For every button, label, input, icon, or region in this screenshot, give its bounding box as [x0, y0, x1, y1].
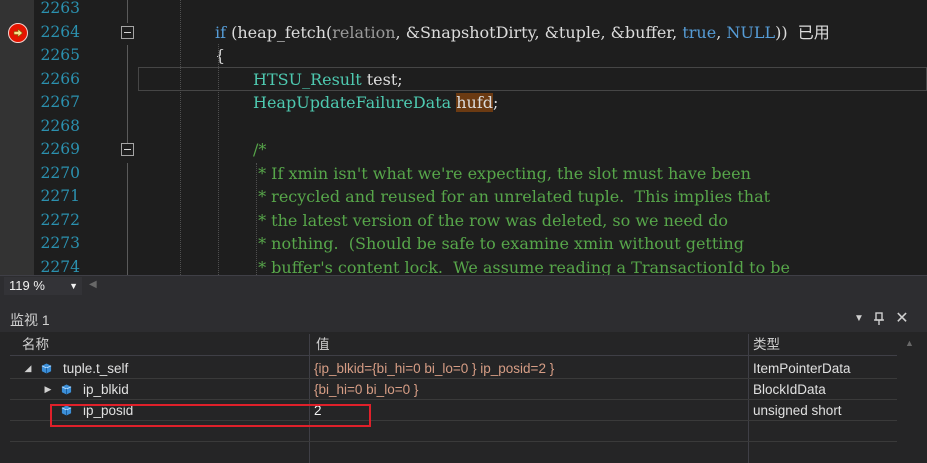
panel-splitter[interactable]	[0, 296, 927, 308]
fold-minus-icon[interactable]	[121, 143, 134, 156]
indent-guide	[256, 163, 257, 275]
code-token: (heap_fetch(	[226, 22, 333, 42]
zoom-level: 119 %	[9, 278, 45, 293]
code-line[interactable]: * nothing. (Should be safe to examine xm…	[253, 232, 744, 256]
watch-variable-cube-icon	[61, 384, 72, 395]
zoom-dropdown[interactable]: 119 % ▼	[4, 277, 82, 295]
line-number: 2263	[40, 0, 80, 17]
watch-variable-cube-icon	[41, 363, 52, 374]
code-token: ;	[493, 93, 499, 112]
code-token: /*	[253, 140, 267, 159]
collapse-arrow-icon[interactable]: ◢	[22, 358, 34, 379]
code-token: test;	[361, 69, 403, 89]
scroll-left-icon[interactable]: ◀	[89, 279, 97, 290]
code-token: relation	[332, 22, 396, 42]
code-line[interactable]: * If xmin isn't what we're expecting, th…	[253, 162, 751, 186]
code-token: {	[215, 46, 226, 65]
code-line[interactable]: if (heap_fetch(relation, &SnapshotDirty,…	[215, 21, 830, 45]
fold-connector	[127, 45, 128, 143]
code-token: NULL	[726, 22, 776, 42]
code-token: HeapUpdateFailureData	[253, 93, 452, 112]
horizontal-scrollbar[interactable]	[100, 285, 927, 289]
code-token: * If xmin isn't what we're expecting, th…	[253, 163, 751, 183]
watch-type-cell	[753, 421, 893, 442]
code-editor[interactable]: 2263 2264 2265 2266 2267 2268 2269 2270 2271 2272…	[0, 0, 927, 275]
code-token: HTSU_Result	[253, 69, 362, 89]
code-line[interactable]: * buffer's content lock. We assume readi…	[253, 256, 790, 276]
column-header-value[interactable]: 值	[308, 334, 330, 356]
watch-value-cell: {bi_hi=0 bi_lo=0 }	[314, 382, 419, 397]
line-number: 2270	[40, 163, 80, 182]
code-token: if	[215, 22, 227, 42]
code-line[interactable]: {	[215, 44, 225, 68]
code-token: )) 已用	[775, 22, 830, 42]
line-number: 2269	[40, 140, 80, 158]
code-line[interactable]: * the latest version of the row was dele…	[253, 209, 728, 233]
code-token: * the latest version of the row was dele…	[253, 210, 729, 230]
line-number: 2267	[40, 93, 80, 111]
expand-arrow-icon[interactable]: ▶	[42, 379, 54, 400]
breakpoint-arrow-icon[interactable]	[8, 22, 28, 43]
highlighted-token: hufd	[456, 93, 494, 112]
chevron-down-icon: ▼	[69, 281, 78, 291]
watch-type-cell: BlockIdData	[753, 382, 826, 397]
pin-icon[interactable]	[870, 310, 888, 328]
code-line[interactable]: HeapUpdateFailureData hufd;	[253, 91, 498, 115]
watch-window: 监视 1 ▼ ✕ 名称 值 类型 ◢ tuple.t_self {ip_blkid=…	[0, 308, 927, 463]
dropdown-icon[interactable]: ▼	[850, 310, 868, 328]
code-line[interactable]: * recycled and reused for an unrelated t…	[253, 185, 770, 209]
column-header-type[interactable]: 类型	[745, 334, 780, 356]
fold-minus-icon[interactable]	[121, 25, 134, 39]
watch-title: 监视 1	[10, 312, 50, 328]
code-token: , &SnapshotDirty, &tuple, &buffer,	[395, 22, 683, 42]
line-number: 2266	[40, 69, 80, 88]
watch-type-cell: ItemPointerData	[753, 361, 851, 376]
line-number: 2264	[40, 22, 80, 41]
line-number: 2271	[40, 187, 80, 205]
code-token: * recycled and reused for an unrelated t…	[253, 187, 771, 206]
vertical-scrollbar[interactable]	[897, 332, 927, 463]
close-icon[interactable]: ✕	[893, 310, 911, 328]
watch-grid: 名称 值 类型 ◢ tuple.t_self {ip_blkid={bi_hi=0 …	[10, 332, 897, 463]
indent-guide	[180, 0, 181, 275]
scroll-up-icon[interactable]: ▲	[905, 338, 914, 348]
fold-connector	[127, 163, 128, 275]
watch-type-cell: unsigned short	[753, 403, 842, 418]
watch-row[interactable]: ◢ tuple.t_self {ip_blkid={bi_hi=0 bi_lo=0 …	[10, 358, 897, 379]
line-number: 2272	[40, 210, 80, 229]
watch-name-cell: ip_blkid	[83, 382, 129, 397]
line-number: 2273	[40, 234, 80, 252]
watch-row[interactable]: ▶ ip_blkid {bi_hi=0 bi_lo=0 } BlockIdData	[10, 379, 897, 400]
watch-grid-header: 名称 值 类型	[10, 334, 897, 356]
code-token: true	[682, 22, 717, 42]
line-number-column: 2263 2264 2265 2266 2267 2268 2269 2270 2271 2272…	[34, 0, 80, 275]
editor-status-bar: 119 % ▼ ◀	[0, 275, 927, 296]
highlight-box	[50, 404, 371, 427]
watch-value-cell: {ip_blkid={bi_hi=0 bi_lo=0 } ip_posid=2 …	[314, 361, 555, 376]
watch-value-cell: 2	[314, 403, 322, 418]
code-token: * nothing. (Should be safe to examine xm…	[253, 234, 744, 253]
code-token: * buffer's content lock. We assume readi…	[253, 257, 791, 276]
watch-value-cell	[314, 421, 744, 442]
code-line[interactable]: HTSU_Result test;	[253, 68, 403, 92]
indent-guide	[218, 44, 219, 275]
fold-connector	[127, 0, 128, 23]
watch-name-cell: tuple.t_self	[63, 361, 129, 376]
line-number: 2265	[40, 46, 80, 64]
line-number: 2268	[40, 116, 80, 135]
line-number: 2274	[40, 257, 80, 276]
column-header-name[interactable]: 名称	[14, 334, 49, 356]
watch-title-bar: 监视 1 ▼ ✕	[0, 308, 927, 332]
code-token: ,	[716, 22, 727, 42]
code-line[interactable]: /*	[253, 138, 266, 162]
